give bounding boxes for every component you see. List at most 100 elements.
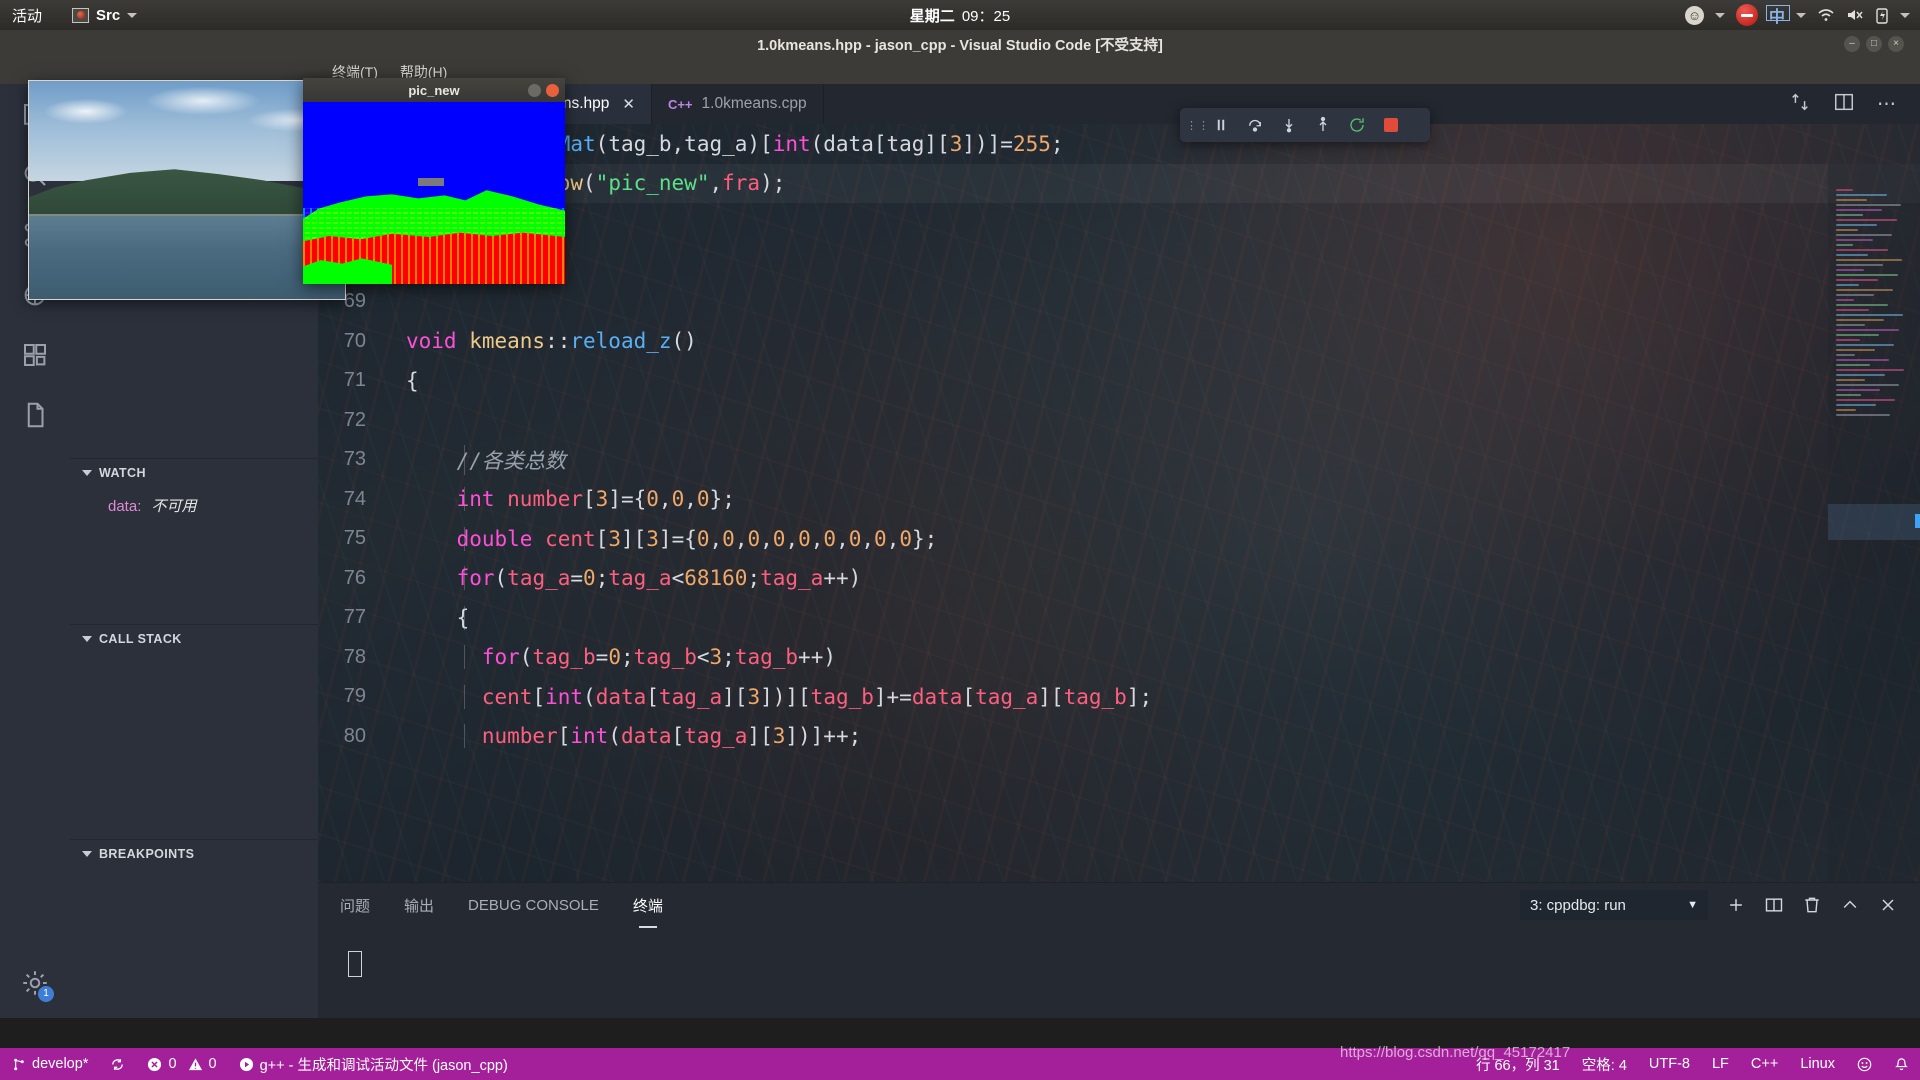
code-token: 0 (697, 527, 710, 551)
indent-guide (464, 566, 465, 590)
minimap-line (1836, 234, 1892, 236)
battery-icon[interactable] (1875, 7, 1889, 24)
code-line[interactable]: 74 int number[3]={0,0,0}; (318, 480, 1920, 520)
code-token: "pic_new" (596, 171, 710, 195)
pause-icon[interactable] (1206, 112, 1236, 138)
clock[interactable]: 星期二 09：25 (910, 5, 1010, 26)
status-eol[interactable]: LF (1701, 1048, 1740, 1080)
accessibility-icon[interactable]: ☺ (1685, 6, 1704, 25)
code-line[interactable]: 70void kmeans::reload_z() (318, 322, 1920, 362)
drag-handle-icon[interactable]: ⋮⋮ (1186, 119, 1202, 132)
panel-tab-output[interactable]: 输出 (402, 885, 436, 926)
status-line-col[interactable]: 行 66，列 31 (1465, 1048, 1571, 1080)
chevron-down-icon[interactable] (1715, 13, 1725, 18)
panel-tab-terminal[interactable]: 终端 (631, 885, 665, 926)
code-line[interactable]: 77 { (318, 598, 1920, 638)
panel-tab-problems[interactable]: 问题 (338, 885, 372, 926)
code-token: tag_a (975, 685, 1038, 709)
close-button[interactable]: × (1888, 36, 1904, 52)
status-run-task[interactable]: g++ - 生成和调试活动文件 (jason_cpp) (228, 1048, 519, 1080)
step-out-icon[interactable] (1308, 112, 1338, 138)
minimize-button[interactable]: – (1844, 36, 1860, 52)
code-token: 3 (950, 132, 963, 156)
volume-muted-icon[interactable] (1846, 7, 1864, 23)
status-platform[interactable]: Linux (1789, 1048, 1846, 1080)
chevron-down-icon[interactable] (1900, 13, 1910, 18)
minimap-line (1836, 319, 1884, 321)
code-token: , (836, 527, 849, 551)
do-not-disturb-icon[interactable] (1736, 4, 1758, 26)
code-line[interactable]: 76 for(tag_a=0;tag_a<68160;tag_a++) (318, 559, 1920, 599)
code-line[interactable]: 78 for(tag_b=0;tag_b<3;tag_b++) (318, 638, 1920, 678)
chevron-down-icon[interactable] (1796, 13, 1806, 18)
ime-chinese-icon[interactable]: 中 (1769, 3, 1785, 27)
bell-icon (1894, 1057, 1909, 1072)
stop-icon[interactable] (1376, 112, 1406, 138)
status-encoding[interactable]: UTF-8 (1638, 1048, 1701, 1080)
sidebar-item-extensions[interactable] (18, 338, 52, 372)
indent-guide (464, 487, 465, 511)
settings-gear-icon[interactable]: 1 (18, 966, 52, 1000)
minimap-slider[interactable] (1828, 504, 1920, 540)
code-token: 0 (874, 527, 887, 551)
terminal-output[interactable] (318, 927, 1920, 982)
code-line[interactable]: 71{ (318, 361, 1920, 401)
minimap-line (1836, 229, 1858, 231)
step-over-icon[interactable] (1240, 112, 1270, 138)
code-token: 3 (646, 527, 659, 551)
opencv-pic-new-window[interactable]: pic_new (303, 78, 565, 284)
image-preview-window[interactable] (28, 80, 346, 300)
maximize-panel-icon[interactable] (1840, 895, 1860, 915)
code-line[interactable]: 72 (318, 401, 1920, 441)
status-branch[interactable]: develop* (0, 1048, 99, 1080)
code-token: ++) (798, 645, 836, 669)
code-line[interactable]: 69 (318, 282, 1920, 322)
code-token: tag_b (735, 645, 798, 669)
terminal-select[interactable]: 3: cppdbg: run ▼ (1520, 890, 1708, 920)
panel-tab-debug-console[interactable]: DEBUG CONSOLE (466, 887, 601, 924)
activities-button[interactable]: 活动 (12, 5, 42, 26)
code-line[interactable]: 80 number[int(data[tag_a][3])]++; (318, 717, 1920, 757)
line-content: cent[int(data[tag_a][3])][tag_b]+=data[t… (384, 685, 1152, 709)
minimize-icon[interactable] (528, 84, 541, 97)
code-token: [ (532, 685, 545, 709)
bottom-panel: 问题 输出 DEBUG CONSOLE 终端 3: cppdbg: run ▼ (318, 882, 1920, 1018)
tab-close-icon[interactable]: ✕ (622, 95, 635, 113)
status-indentation[interactable]: 空格: 4 (1571, 1048, 1638, 1080)
sidebar-item-documents[interactable] (18, 398, 52, 432)
code-token: = (570, 566, 583, 590)
minimap-line (1836, 189, 1853, 191)
close-panel-icon[interactable] (1878, 895, 1898, 915)
code-token: tag_a (760, 566, 823, 590)
status-problems[interactable]: 0 0 (136, 1048, 227, 1080)
new-terminal-icon[interactable] (1726, 895, 1746, 915)
app-menu[interactable]: Src (72, 7, 137, 24)
code-token: tag_a (684, 724, 747, 748)
code-line[interactable]: 75 double cent[3][3]={0,0,0,0,0,0,0,0,0}… (318, 519, 1920, 559)
step-into-icon[interactable] (1274, 112, 1304, 138)
split-terminal-icon[interactable] (1764, 895, 1784, 915)
callstack-section-header[interactable]: CALL STACK (70, 625, 318, 653)
maximize-button[interactable]: □ (1866, 36, 1882, 52)
status-feedback[interactable] (1846, 1048, 1883, 1080)
breakpoints-section-header[interactable]: BREAKPOINTS (70, 840, 318, 868)
split-editor-icon[interactable] (1833, 91, 1855, 118)
status-language[interactable]: C++ (1740, 1048, 1789, 1080)
status-sync[interactable] (99, 1048, 136, 1080)
code-line[interactable]: 79 cent[int(data[tag_a][3])][tag_b]+=dat… (318, 677, 1920, 717)
watch-row[interactable]: data: 不可用 (70, 487, 318, 524)
more-actions-icon[interactable]: ⋯ (1877, 93, 1898, 116)
kill-terminal-icon[interactable] (1802, 895, 1822, 915)
restart-icon[interactable] (1342, 112, 1372, 138)
watch-key: data: (108, 498, 141, 515)
watch-section-header[interactable]: WATCH (70, 459, 318, 487)
debug-toolbar[interactable]: ⋮⋮ (1180, 108, 1430, 142)
close-icon[interactable] (546, 84, 559, 97)
gnome-top-bar: 活动 Src 星期二 09：25 ☺ 中 (0, 0, 1920, 30)
status-notifications[interactable] (1883, 1048, 1920, 1080)
split-diff-icon[interactable] (1789, 91, 1811, 118)
wifi-icon[interactable] (1817, 7, 1835, 23)
code-line[interactable]: 73 //各类总数 (318, 440, 1920, 480)
code-token: tag_b (811, 685, 874, 709)
tab-1-0kmeans-cpp[interactable]: C++ 1.0kmeans.cpp (652, 84, 824, 124)
